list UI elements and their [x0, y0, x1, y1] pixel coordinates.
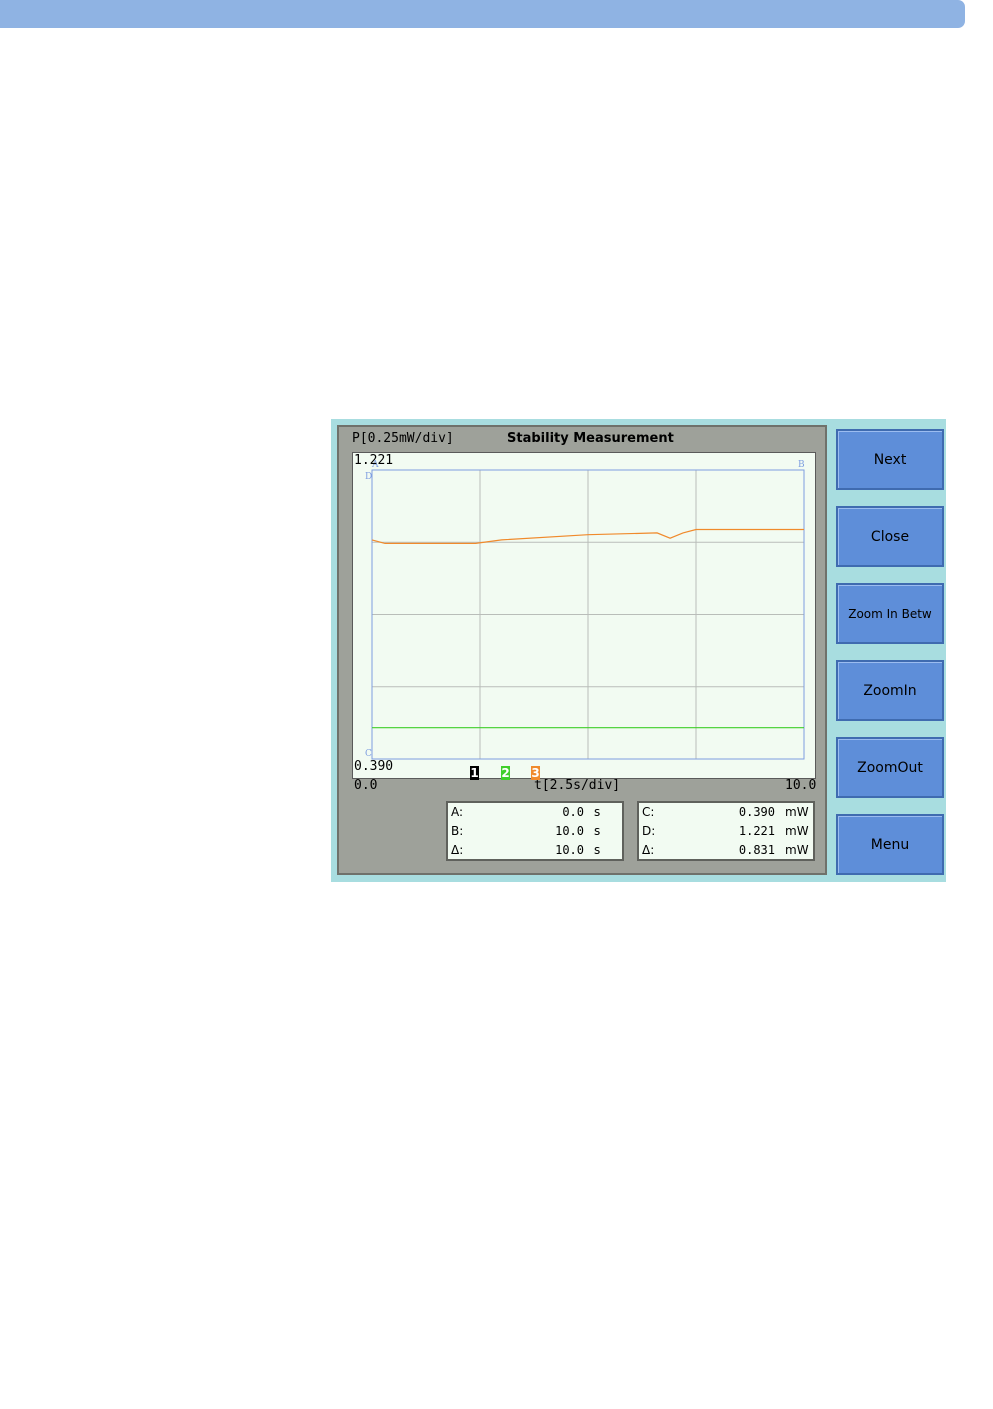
readout-name: A: — [451, 805, 464, 819]
readout-name: Δ: — [451, 843, 464, 857]
trace-marker-1[interactable]: 1 — [470, 766, 479, 780]
readout-value: 0.0 — [562, 805, 584, 819]
power-readout: C: 0.390 mW D: 1.221 mW Δ: 0.831 mW — [637, 801, 815, 861]
zoom-in-button[interactable]: ZoomIn — [836, 660, 944, 721]
zoom-out-button[interactable]: ZoomOut — [836, 737, 944, 798]
plot-area[interactable]: DBAC — [352, 452, 816, 779]
cursor-label-b: B — [798, 460, 805, 470]
readout-row-b: B: 10.0 s — [448, 822, 622, 840]
readout-unit: s — [594, 824, 601, 838]
readout-row-c: C: 0.390 mW — [639, 803, 813, 821]
readout-value: 1.221 — [738, 824, 775, 838]
zoom-in-between-button[interactable]: Zoom In Betw — [836, 583, 944, 644]
screen-title: Stability Measurement — [507, 431, 674, 446]
readout-value: 0.390 — [738, 805, 775, 819]
readout-row-d: D: 1.221 mW — [639, 822, 813, 840]
readout-unit: mW — [785, 843, 809, 857]
x-scale-label: t[2.5s/div] — [534, 778, 621, 793]
measurement-screen: P[0.25mW/div] Stability Measurement DBAC… — [337, 425, 827, 875]
instrument-panel: P[0.25mW/div] Stability Measurement DBAC… — [331, 419, 946, 882]
readout-row-delta-p: Δ: 0.831 mW — [639, 841, 813, 859]
top-banner — [0, 0, 965, 28]
readout-unit: mW — [785, 805, 809, 819]
readout-unit: mW — [785, 824, 809, 838]
time-readout: A: 0.0 s B: 10.0 s Δ: 10.0 s — [446, 801, 624, 861]
x-left-value: 0.0 — [354, 778, 378, 793]
cursor-label-d: D — [365, 472, 372, 482]
next-button[interactable]: Next — [836, 429, 944, 490]
trace-marker-3[interactable]: 3 — [531, 766, 540, 780]
readout-name: Δ: — [642, 843, 655, 857]
readout-name: B: — [451, 824, 464, 838]
readout-row-delta-t: Δ: 10.0 s — [448, 841, 622, 859]
cursor-label-c: C — [365, 749, 372, 759]
trace-marker-2[interactable]: 2 — [501, 766, 510, 780]
readout-unit: s — [594, 805, 601, 819]
stability-chart: DBAC — [365, 460, 805, 760]
readout-name: C: — [642, 805, 655, 819]
menu-button[interactable]: Menu — [836, 814, 944, 875]
close-button[interactable]: Close — [836, 506, 944, 567]
readout-value: 10.0 — [555, 843, 584, 857]
readout-row-a: A: 0.0 s — [448, 803, 622, 821]
y-top-value: 1.221 — [354, 453, 394, 468]
readout-value: 10.0 — [555, 824, 584, 838]
readout-unit: s — [594, 843, 601, 857]
y-scale-label: P[0.25mW/div] — [352, 431, 454, 446]
y-bottom-value: 0.390 — [354, 759, 394, 774]
x-right-value: 10.0 — [785, 778, 817, 793]
readout-name: D: — [642, 824, 656, 838]
readout-value: 0.831 — [738, 843, 775, 857]
